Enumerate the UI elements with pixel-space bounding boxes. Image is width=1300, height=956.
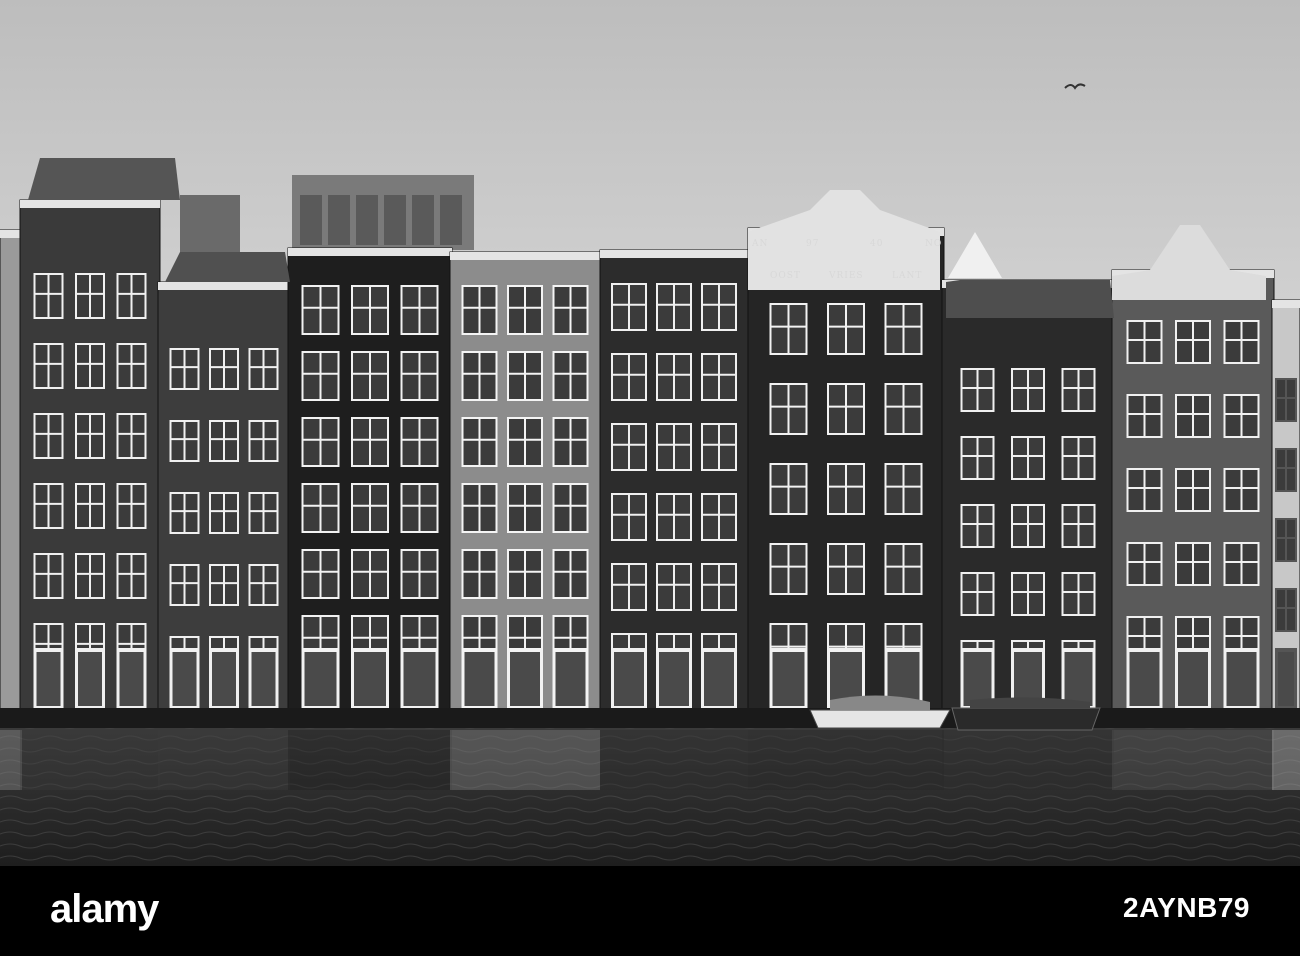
gable-house-1 (28, 158, 180, 200)
gable-year-mid1: 97 (806, 239, 819, 249)
house-4 (449, 251, 601, 729)
gable-year-mid2: 40 (870, 239, 883, 249)
house-7 (941, 279, 1115, 729)
gable-year-left: AN (751, 239, 768, 249)
side-building-right (1271, 299, 1300, 729)
gable-motto-2: VRIES (828, 271, 864, 281)
brand-logo: alamy (50, 884, 159, 934)
gable-house-7 (946, 280, 1114, 318)
gable-house-2 (165, 252, 290, 282)
brand-text: alamy (50, 886, 159, 931)
house-8 (1111, 269, 1275, 729)
boat-dark (951, 697, 1101, 731)
house-3 (287, 247, 453, 729)
watermark-bar: alamy 2AYNB79 (0, 866, 1300, 956)
house-6 (747, 227, 945, 729)
water-reflections (0, 730, 1300, 790)
quay-wall (0, 708, 1300, 730)
house-2 (157, 281, 291, 729)
gable-motto-1: OOST (770, 271, 801, 281)
gable-motto-3: LANT (892, 271, 922, 281)
image-id: 2AYNB79 (1123, 892, 1250, 923)
side-building (0, 229, 23, 729)
house-5 (599, 249, 749, 729)
house-1 (19, 199, 161, 729)
gable-year-right: NO (925, 239, 942, 249)
photo-frame: AN 97 40 NO OOST VRIES LANT alamy 2AYNB7… (0, 0, 1300, 956)
canal-houses-photo: AN 97 40 NO OOST VRIES LANT (0, 0, 1300, 866)
